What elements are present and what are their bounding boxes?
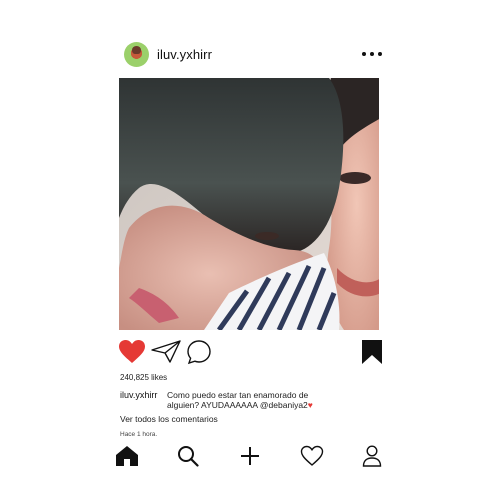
heart-outline-icon[interactable] [300, 445, 324, 467]
likes-count[interactable]: 240,825 likes [120, 373, 167, 382]
home-icon[interactable] [115, 445, 139, 467]
profile-icon[interactable] [362, 445, 382, 467]
heart-filled-icon[interactable] [118, 339, 146, 365]
avatar[interactable] [124, 42, 149, 67]
add-icon[interactable] [239, 445, 261, 467]
caption-body: Como puedo estar tan enamorado de alguie… [167, 390, 309, 410]
post-header: iluv.yxhirr [124, 42, 382, 68]
post-username[interactable]: iluv.yxhirr [157, 47, 212, 62]
caption-heart-icon: ♥ [307, 400, 313, 410]
comment-bubble-icon[interactable] [186, 339, 212, 365]
view-comments-link[interactable]: Ver todos los comentarios [120, 414, 218, 424]
post-actions [118, 339, 384, 367]
caption-text: Como puedo estar tan enamorado de alguie… [167, 390, 337, 410]
more-options-icon[interactable] [362, 50, 382, 58]
bookmark-filled-icon[interactable] [361, 339, 383, 365]
photo-image [119, 78, 379, 330]
post-timestamp: Hace 1 hora. [120, 431, 158, 438]
bottom-nav [114, 445, 384, 469]
paper-plane-icon[interactable] [151, 339, 181, 363]
caption-username[interactable]: iluv.yxhirr [120, 390, 157, 400]
post-photo[interactable] [119, 78, 379, 330]
search-icon[interactable] [177, 445, 199, 467]
